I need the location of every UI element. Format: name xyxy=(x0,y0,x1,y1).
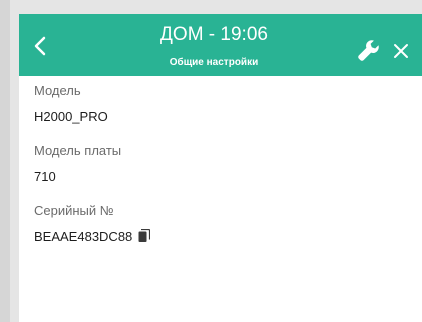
model-label: Модель xyxy=(34,83,81,98)
serial-number-value: BEAAE483DC88 xyxy=(34,229,133,244)
board-model-value: 710 xyxy=(34,169,56,184)
board-model-field: Модель платы 710 xyxy=(34,142,404,186)
app-frame: ДОМ - 19:06 Общие настройки Модель H2000… xyxy=(0,0,422,322)
model-value: H2000_PRO xyxy=(34,109,108,124)
serial-number-label: Серийный № xyxy=(34,203,114,218)
model-field: Модель H2000_PRO xyxy=(34,82,404,126)
side-strip xyxy=(0,0,10,322)
settings-content: Модель H2000_PRO Модель платы 710 Серийн… xyxy=(34,82,404,260)
header-title-block: ДОМ - 19:06 Общие настройки xyxy=(109,24,319,69)
copy-button[interactable] xyxy=(138,228,151,248)
copy-icon xyxy=(138,228,151,242)
back-button[interactable] xyxy=(27,32,55,60)
page-title: ДОМ - 19:06 xyxy=(160,24,268,45)
chevron-left-icon xyxy=(34,36,46,56)
header-bar: ДОМ - 19:06 Общие настройки xyxy=(19,14,422,76)
wrench-icon xyxy=(358,40,379,61)
settings-screen: ДОМ - 19:06 Общие настройки Модель H2000… xyxy=(19,14,422,322)
close-icon xyxy=(394,44,408,58)
serial-number-row: BEAAE483DC88 xyxy=(34,228,404,246)
page-subtitle: Общие настройки xyxy=(169,57,259,68)
serial-number-field: Серийный № BEAAE483DC88 xyxy=(34,202,404,246)
board-model-label: Модель платы xyxy=(34,143,122,158)
close-button[interactable] xyxy=(392,42,410,60)
settings-button[interactable] xyxy=(357,39,381,63)
